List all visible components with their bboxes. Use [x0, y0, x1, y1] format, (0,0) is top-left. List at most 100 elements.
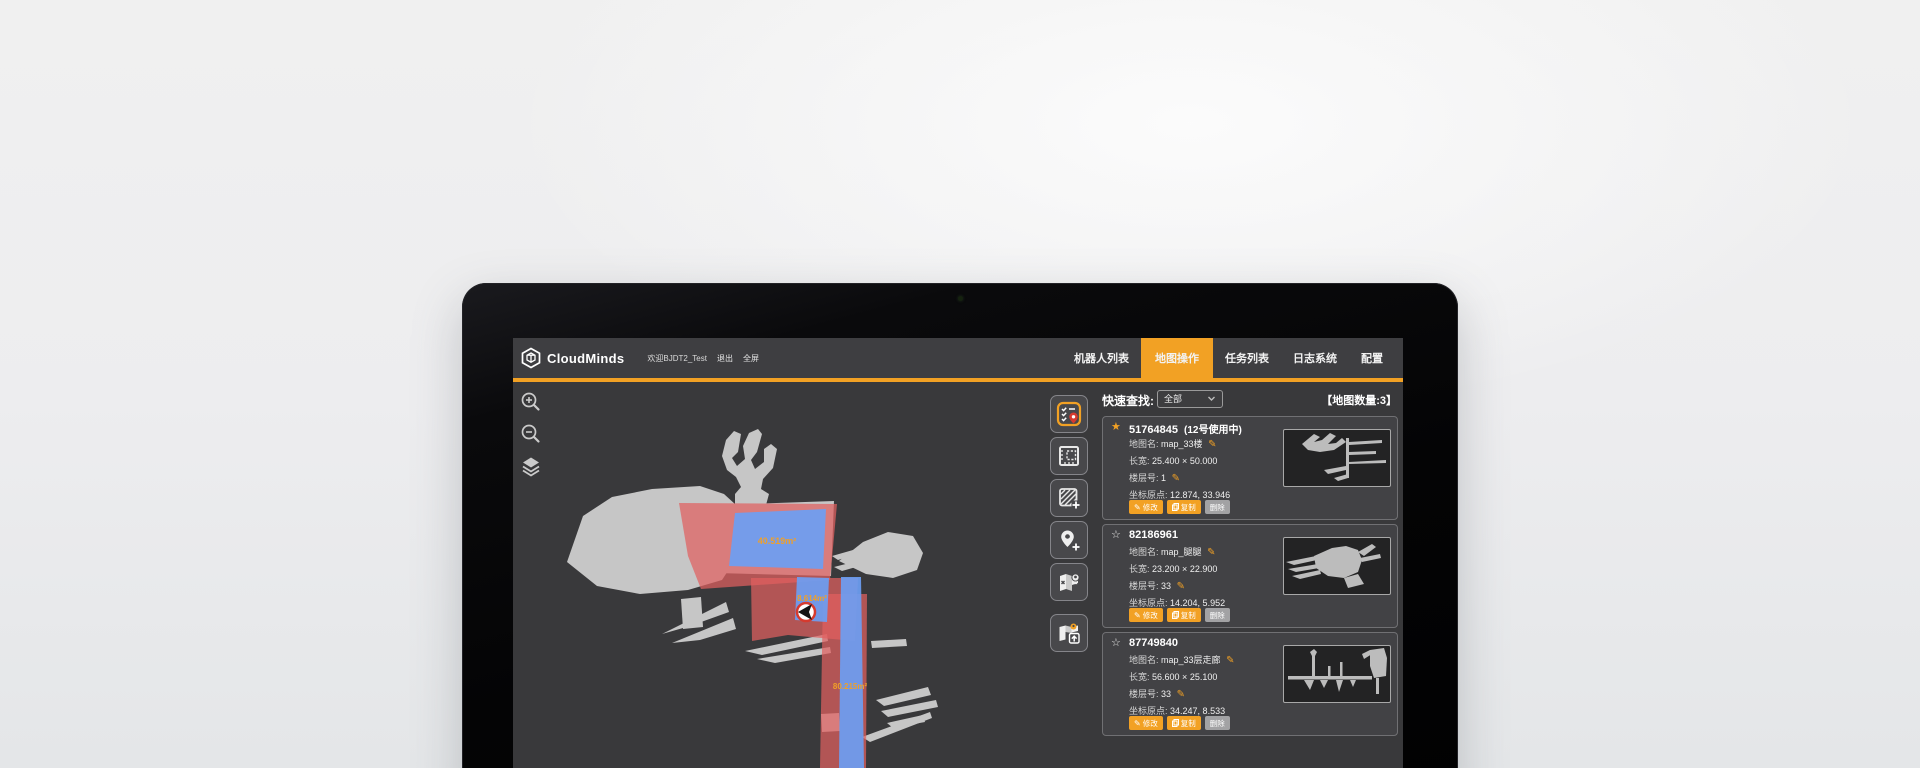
tool-delete-map-marker-button[interactable] [1050, 563, 1088, 601]
nav-config[interactable]: 配置 [1349, 338, 1395, 378]
edit-pencil-icon[interactable]: ✎ [1226, 655, 1234, 666]
robot-position-marker[interactable] [797, 603, 815, 621]
floor-row: 楼层号: 1 ✎ [1129, 471, 1180, 484]
area-zone-polygons[interactable] [729, 509, 864, 768]
nav-task-list[interactable]: 任务列表 [1213, 338, 1281, 378]
dimensions-row: 长宽: 56.600 × 25.100 [1129, 670, 1217, 683]
zoom-in-icon[interactable] [519, 390, 543, 414]
dimensions-value: 56.600 × 25.100 [1152, 672, 1217, 682]
map-thumbnail[interactable] [1283, 537, 1391, 595]
origin-label: 坐标原点: [1129, 706, 1168, 716]
logout-link[interactable]: 退出 [717, 353, 733, 364]
floor-value: 33 [1161, 689, 1171, 699]
delete-label: 删除 [1210, 718, 1225, 729]
floor-label: 楼层号: [1129, 473, 1159, 483]
copy-label: 复制 [1181, 718, 1196, 729]
map-name-row: 地图名: map_腿腿 ✎ [1129, 545, 1215, 558]
pin-plus-icon [1056, 527, 1082, 553]
floor-value: 33 [1161, 581, 1171, 591]
dimensions-label: 长宽: [1129, 456, 1150, 466]
tool-task-point-list-button[interactable] [1050, 395, 1088, 433]
map-card-title: 51764845 (12号使用中) [1129, 421, 1242, 436]
card-actions: ✎ 修改 复制 删除 [1129, 716, 1230, 730]
copy-icon [1172, 611, 1179, 619]
chevron-down-icon [1207, 394, 1216, 403]
app-window: CloudMinds 欢迎BJDT2_Test 退出 全屏 机器人列表 地图操作… [513, 338, 1403, 768]
map-name-value: map_33层走廊 [1161, 655, 1221, 665]
map-filter-dropdown[interactable]: 全部 [1157, 390, 1223, 408]
map-thumbnail[interactable] [1283, 645, 1391, 703]
map-card[interactable]: ☆ 87749840 地图名: map_33层走廊 ✎ 长宽: 56.6 [1102, 632, 1398, 736]
map-thumbnail[interactable] [1283, 429, 1391, 487]
layers-icon[interactable] [519, 454, 543, 478]
fullscreen-link[interactable]: 全屏 [743, 353, 759, 364]
app-header: CloudMinds 欢迎BJDT2_Test 退出 全屏 机器人列表 地图操作… [513, 338, 1403, 378]
edit-pencil-icon[interactable]: ✎ [1172, 473, 1180, 484]
map-name-value: map_33楼 [1161, 439, 1203, 449]
pencil-icon: ✎ [1134, 719, 1141, 728]
zoom-out-icon[interactable] [519, 422, 543, 446]
edit-label: 修改 [1143, 502, 1158, 513]
origin-value: 34.247, 8.533 [1170, 706, 1225, 716]
map-workspace: 40.519m² 8.614m² 80.215m² [513, 382, 1403, 768]
map-id: 51764845 [1129, 424, 1178, 436]
edit-pencil-icon[interactable]: ✎ [1208, 439, 1216, 450]
edit-pencil-icon[interactable]: ✎ [1207, 547, 1215, 558]
delete-map-button[interactable]: 删除 [1205, 608, 1230, 622]
map-count-label: 【地图数量:3】 [1321, 392, 1397, 408]
favorite-star-icon[interactable]: ★ [1111, 420, 1121, 433]
edit-map-button[interactable]: ✎ 修改 [1129, 608, 1163, 622]
edit-map-button[interactable]: ✎ 修改 [1129, 716, 1163, 730]
tool-add-virtual-wall-button[interactable] [1050, 479, 1088, 517]
tool-measure-area-button[interactable] [1050, 437, 1088, 475]
zone-area-label-1: 40.519m² [758, 536, 797, 546]
origin-value: 12.874, 33.946 [1170, 490, 1230, 500]
nav-log-system[interactable]: 日志系统 [1281, 338, 1349, 378]
map-card-title: 82186961 [1129, 529, 1181, 541]
zone-area-label-3: 80.215m² [833, 682, 868, 691]
main-nav: 机器人列表 地图操作 任务列表 日志系统 配置 [1062, 338, 1395, 378]
quick-find-label: 快速查找: [1102, 392, 1154, 409]
map-name-label: 地图名: [1129, 547, 1159, 557]
favorite-star-icon[interactable]: ☆ [1111, 636, 1121, 649]
folded-map-x-pin-icon [1056, 569, 1082, 595]
ruler-select-icon [1056, 443, 1082, 469]
edit-pencil-icon[interactable]: ✎ [1177, 689, 1185, 700]
map-card[interactable]: ☆ 82186961 地图名: map_腿腿 ✎ 长宽: 23.200 [1102, 524, 1398, 628]
map-name-row: 地图名: map_33楼 ✎ [1129, 437, 1216, 450]
copy-label: 复制 [1181, 610, 1196, 621]
copy-label: 复制 [1181, 502, 1196, 513]
map-canvas[interactable]: 40.519m² 8.614m² 80.215m² [513, 382, 1050, 768]
floor-label: 楼层号: [1129, 689, 1159, 699]
copy-icon [1172, 503, 1179, 511]
hatched-region-plus-icon [1056, 485, 1082, 511]
favorite-star-icon[interactable]: ☆ [1111, 528, 1121, 541]
tool-add-point-button[interactable] [1050, 521, 1088, 559]
edit-pencil-icon[interactable]: ✎ [1177, 581, 1185, 592]
laptop-frame: CloudMinds 欢迎BJDT2_Test 退出 全屏 机器人列表 地图操作… [462, 283, 1458, 768]
map-name-label: 地图名: [1129, 655, 1159, 665]
panel-header-row: 快速查找: 全部 【地图数量:3】 [1102, 390, 1398, 410]
map-card[interactable]: ★ 51764845 (12号使用中) 地图名: map_33楼 ✎ 长宽: [1102, 416, 1398, 520]
map-thumbnail-image [1284, 646, 1390, 702]
map-thumbnail-image [1284, 538, 1390, 594]
delete-map-button[interactable]: 删除 [1205, 500, 1230, 514]
nav-robot-list[interactable]: 机器人列表 [1062, 338, 1141, 378]
copy-map-button[interactable]: 复制 [1167, 716, 1201, 730]
map-name-value: map_腿腿 [1161, 547, 1202, 557]
map-filter-value: 全部 [1164, 394, 1182, 404]
nav-map-operation[interactable]: 地图操作 [1141, 338, 1213, 378]
task-checklist-pin-icon [1055, 400, 1083, 428]
delete-map-button[interactable]: 删除 [1205, 716, 1230, 730]
desktop-background: CloudMinds 欢迎BJDT2_Test 退出 全屏 机器人列表 地图操作… [0, 0, 1920, 768]
map-upload-icon [1056, 620, 1082, 646]
floor-label: 楼层号: [1129, 581, 1159, 591]
dimensions-row: 长宽: 25.400 × 50.000 [1129, 454, 1217, 467]
floor-row: 楼层号: 33 ✎ [1129, 579, 1185, 592]
edit-map-button[interactable]: ✎ 修改 [1129, 500, 1163, 514]
tool-upload-map-button[interactable] [1050, 614, 1088, 652]
dimensions-label: 长宽: [1129, 564, 1150, 574]
copy-map-button[interactable]: 复制 [1167, 608, 1201, 622]
copy-map-button[interactable]: 复制 [1167, 500, 1201, 514]
floor-row: 楼层号: 33 ✎ [1129, 687, 1185, 700]
